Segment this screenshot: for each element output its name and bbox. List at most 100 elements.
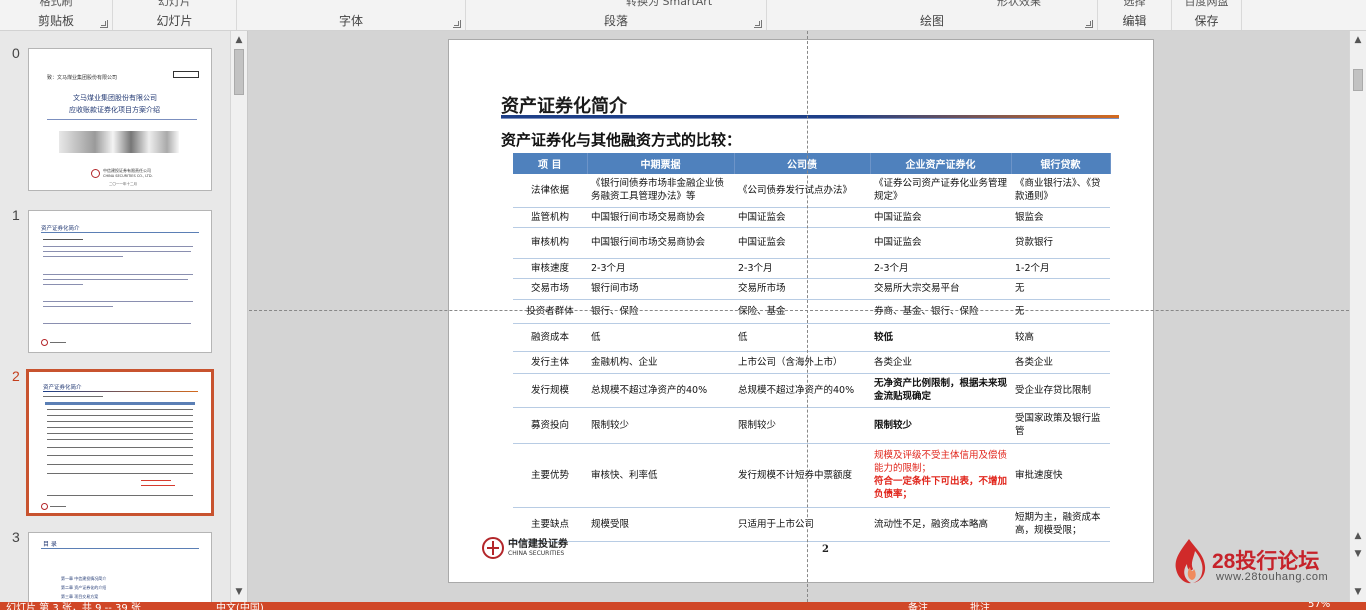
paragraph-launcher-icon[interactable] xyxy=(754,20,762,28)
thumbnail-image-strip xyxy=(59,131,179,153)
ribbon-group-label: 段落 xyxy=(603,14,628,28)
table-header-cell: 项 目 xyxy=(513,153,588,174)
scroll-thumb[interactable] xyxy=(234,49,244,95)
slide-thumbnail-3[interactable]: 目 录 第一章 中信建投情况简介 第二章 资产证券化的介绍 第三章 项目交易方案 xyxy=(28,532,212,602)
language-indicator[interactable]: 中文(中国) xyxy=(216,602,264,610)
table-cell: 审批速度快 xyxy=(1011,443,1110,508)
thumbnail-header: 致：文马煤业集团股份有限公司 xyxy=(47,75,118,81)
thumbnail-table-line xyxy=(47,427,193,428)
convert-smartart-button[interactable]: 转换为 SmartArt xyxy=(626,0,766,9)
table-cell: 交易所大宗交易平台 xyxy=(870,278,1011,300)
new-slide-button[interactable]: 幻灯片 xyxy=(113,0,236,9)
baidu-netdisk-button[interactable]: 百度网盘 xyxy=(1172,0,1241,9)
table-cell: 《公司债券发行试点办法》 xyxy=(734,174,870,208)
ribbon-group-label: 剪贴板 xyxy=(37,14,74,28)
slide-thumbnail-2[interactable]: 资产证券化简介 xyxy=(26,369,214,516)
thumbnail-subtitle: 应收账款证券化项目方案介绍 xyxy=(69,106,160,114)
thumbnail-rule xyxy=(41,548,199,549)
slide-editing-area[interactable]: 资产证券化简介 资产证券化与其他融资方式的比较： 项 目 中期票据 公司债 企业… xyxy=(249,31,1349,602)
clipboard-launcher-icon[interactable] xyxy=(100,20,108,28)
table-cell: 短期为主，融资成本高，规模受限； xyxy=(1011,507,1110,542)
forum-watermark: 28投行论坛 www.28touhang.com xyxy=(1170,537,1350,587)
format-painter-button[interactable]: 格式刷 xyxy=(0,0,112,9)
horizontal-guide[interactable] xyxy=(249,310,1349,311)
thumbnail-logo-icon xyxy=(41,339,48,346)
thumbnail-text-line xyxy=(43,251,191,252)
table-row: 法律依据 《银行间债券市场非金融企业债务融资工具管理办法》等 《公司债券发行试点… xyxy=(513,174,1110,208)
slide-subtitle[interactable]: 资产证券化与其他融资方式的比较： xyxy=(501,129,741,150)
scroll-up-icon[interactable]: ▲ xyxy=(231,32,247,48)
shape-effects-button[interactable]: 形状效果 xyxy=(997,0,1097,9)
table-row: 发行主体 金融机构、企业 上市公司（含海外上市） 各类企业 各类企业 xyxy=(513,351,1110,374)
slide-thumbnail-1[interactable]: 资产证券化简介 xyxy=(28,210,212,353)
slide-thumbnail-0[interactable]: 致：文马煤业集团股份有限公司 文马煤业集团股份有限公司 应收账款证券化项目方案介… xyxy=(28,48,212,191)
thumbnail-text-line xyxy=(43,306,113,307)
thumbnail-scrollbar[interactable]: ▲ ▼ xyxy=(230,31,247,602)
row-label: 募资投向 xyxy=(513,407,587,444)
ribbon-group-label: 保存 xyxy=(1194,14,1219,28)
thumbnail-logo-icon xyxy=(41,503,48,510)
notes-button[interactable]: 备注 xyxy=(908,602,928,610)
comparison-table[interactable]: 项 目 中期票据 公司债 企业资产证券化 银行贷款 法律依据 《银行间债券市场非… xyxy=(513,153,1111,542)
table-cell: 各类企业 xyxy=(1011,351,1110,374)
table-cell: 《证券公司资产证券化业务管理规定》 xyxy=(870,174,1011,208)
vertical-guide[interactable] xyxy=(807,31,808,602)
select-button[interactable]: 选择 xyxy=(1098,0,1171,9)
table-row: 审核机构 中国银行间市场交易商协会 中国证监会 中国证监会 贷款银行 xyxy=(513,227,1110,259)
scroll-down-icon[interactable]: ▼ xyxy=(231,584,247,600)
slide-counter: 幻灯片 第 3 张，共 9 -- 39 张 xyxy=(6,603,141,610)
comments-button[interactable]: 批注 xyxy=(970,602,990,610)
thumbnail-text-line xyxy=(43,239,83,240)
table-cell: 交易所市场 xyxy=(734,278,870,300)
table-cell: 较高 xyxy=(1011,323,1110,352)
thumbnail-table-line xyxy=(47,421,193,422)
table-cell: 中国证监会 xyxy=(870,227,1011,259)
slide-thumbnail-pane[interactable]: 0 致：文马煤业集团股份有限公司 文马煤业集团股份有限公司 应收账款证券化项目方… xyxy=(0,31,248,602)
table-cell: 规模受限 xyxy=(587,507,734,542)
table-cell: 较低 xyxy=(870,323,1011,352)
ribbon: 格式刷 剪贴板 幻灯片 幻灯片 字体 转换为 SmartArt 段落 形状效果 … xyxy=(0,0,1366,31)
table-cell: 贷款银行 xyxy=(1011,227,1110,259)
table-cell: 受国家政策及银行监管 xyxy=(1011,407,1110,444)
table-header-row: 项 目 中期票据 公司债 企业资产证券化 银行贷款 xyxy=(513,153,1111,174)
drawing-launcher-icon[interactable] xyxy=(1085,20,1093,28)
table-cell: 银行间市场 xyxy=(587,278,734,300)
company-logo[interactable]: 中信建投证券 CHINA SECURITIES xyxy=(482,537,568,559)
thumbnail-table-line xyxy=(47,464,193,465)
scroll-thumb[interactable] xyxy=(1353,69,1363,91)
slide-page-number[interactable]: 2 xyxy=(822,544,829,555)
scroll-down-icon[interactable]: ▲ xyxy=(1350,528,1366,544)
thumbnail-table-line xyxy=(47,455,193,456)
table-cell: 总规模不超过净资产的40% xyxy=(587,373,734,408)
logo-en-text: CHINA SECURITIES xyxy=(508,549,565,557)
table-cell: 2-3个月 xyxy=(870,258,1011,279)
table-row: 监管机构 中国银行间市场交易商协会 中国证监会 中国证监会 银监会 xyxy=(513,207,1110,228)
thumbnail-red-text xyxy=(141,480,171,481)
table-row: 审核速度 2-3个月 2-3个月 2-3个月 1-2个月 xyxy=(513,258,1110,279)
table-row: 交易市场 银行间市场 交易所市场 交易所大宗交易平台 无 xyxy=(513,278,1110,300)
table-cell: 保险、基金 xyxy=(734,299,870,324)
table-cell: 中国银行间市场交易商协会 xyxy=(587,227,734,259)
thumbnail-table-line xyxy=(47,495,193,496)
editor-scrollbar[interactable]: ▲ ▲ ▼ ▼ xyxy=(1349,31,1366,602)
scroll-up-icon[interactable]: ▲ xyxy=(1350,32,1366,48)
status-bar: 幻灯片 第 3 张，共 9 -- 39 张 中文(中国) 备注 批注 57% xyxy=(0,602,1366,610)
table-cell: 1-2个月 xyxy=(1011,258,1110,279)
font-launcher-icon[interactable] xyxy=(453,20,461,28)
thumbnail-text-line xyxy=(43,279,188,280)
ribbon-group-clipboard: 格式刷 剪贴板 xyxy=(0,0,113,30)
thumbnail-toc-item: 第二章 资产证券化的介绍 xyxy=(61,585,107,590)
ribbon-group-editing: 选择 编辑 xyxy=(1098,0,1172,30)
thumbnail-box xyxy=(173,71,199,78)
next-slide-icon[interactable]: ▼ xyxy=(1350,546,1366,562)
row-label: 主要优势 xyxy=(513,443,587,508)
row-label: 法律依据 xyxy=(513,174,587,208)
slide-canvas[interactable]: 资产证券化简介 资产证券化与其他融资方式的比较： 项 目 中期票据 公司债 企业… xyxy=(448,39,1154,583)
table-cell: 限制较少 xyxy=(870,407,1011,444)
highlight-text-bold: 符合一定条件下可出表，不增加负债率； xyxy=(874,476,1008,500)
highlight-text: 规模及评级不受主体信用及偿债能力的限制； xyxy=(874,450,1008,474)
zoom-level[interactable]: 57% xyxy=(1308,602,1330,610)
scroll-down-icon[interactable]: ▼ xyxy=(1350,584,1366,600)
table-cell: 中国证监会 xyxy=(734,227,870,259)
thumbnail-table-line xyxy=(47,409,193,410)
